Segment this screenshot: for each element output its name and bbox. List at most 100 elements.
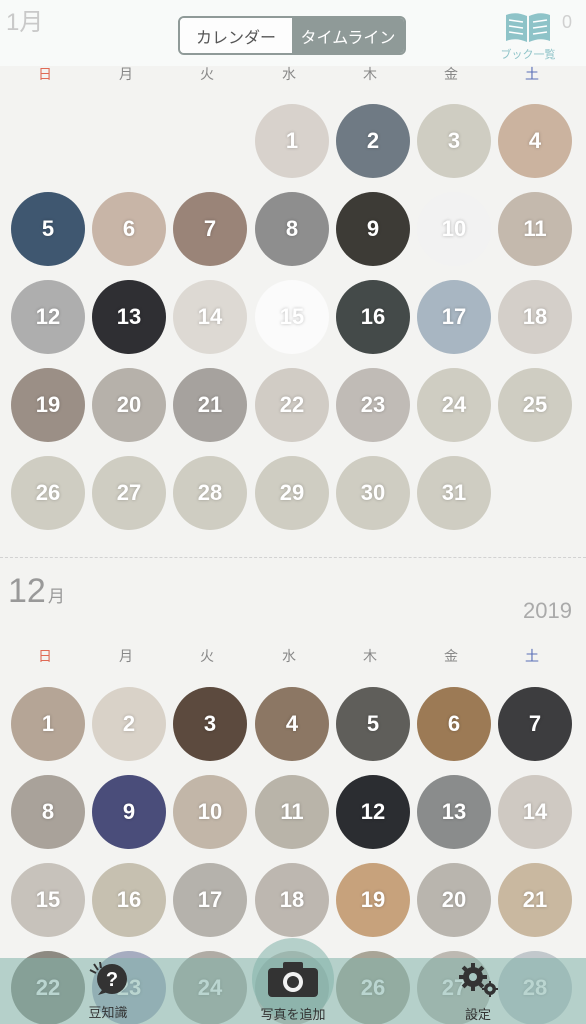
day-number: 1 [285, 128, 299, 153]
calendar-day[interactable]: 2 [336, 104, 410, 178]
calendar-day[interactable]: 8 [255, 192, 329, 266]
calendar-day[interactable]: 23 [336, 368, 410, 442]
day-number: 3 [203, 711, 217, 736]
calendar-day[interactable]: 1 [255, 104, 329, 178]
calendar-day[interactable]: 18 [255, 863, 329, 937]
day-number: 28 [197, 480, 223, 505]
month-divider [0, 557, 586, 558]
weekday-thu: 木 [363, 67, 377, 83]
day-number: 1 [41, 711, 55, 736]
svg-text:?: ? [106, 969, 118, 991]
calendar-day[interactable]: 13 [417, 775, 491, 849]
calendar-day[interactable]: 10 [417, 192, 491, 266]
weekday-thu: 木 [363, 649, 377, 665]
calendar-day[interactable]: 16 [92, 863, 166, 937]
day-number: 11 [523, 216, 547, 241]
day-number: 27 [116, 480, 142, 505]
day-number: 18 [279, 887, 305, 912]
calendar-day[interactable]: 5 [336, 687, 410, 761]
tab-timeline[interactable]: タイムライン [292, 18, 404, 53]
calendar-day[interactable]: 28 [173, 456, 247, 530]
day-number: 30 [360, 480, 386, 505]
day-number: 18 [522, 304, 548, 329]
calendar-day[interactable]: 6 [417, 687, 491, 761]
question-bubble-icon: ? [88, 961, 128, 1000]
calendar-day[interactable]: 6 [92, 192, 166, 266]
calendar-day[interactable]: 7 [498, 687, 572, 761]
calendar-day[interactable]: 1 [11, 687, 85, 761]
calendar-day[interactable]: 5 [11, 192, 85, 266]
day-number: 16 [360, 304, 386, 329]
calendar-day[interactable]: 2 [92, 687, 166, 761]
calendar-day[interactable]: 29 [255, 456, 329, 530]
calendar-day[interactable]: 19 [336, 863, 410, 937]
calendar-day[interactable]: 20 [92, 368, 166, 442]
book-list-button[interactable]: ブック一覧 [498, 10, 558, 66]
weekday-mon: 月 [119, 67, 133, 83]
calendar-day[interactable]: 30 [336, 456, 410, 530]
tab-calendar[interactable]: カレンダー [180, 18, 292, 53]
calendar-day[interactable]: 31 [417, 456, 491, 530]
calendar-day[interactable]: 4 [498, 104, 572, 178]
calendar-day[interactable]: 12 [336, 775, 410, 849]
month-title-december: 12 月 [8, 572, 65, 610]
day-number: 8 [41, 799, 55, 824]
camera-icon [266, 962, 320, 1002]
settings-label: 設定 [464, 1008, 491, 1023]
day-number: 31 [441, 480, 467, 505]
calendar-day[interactable]: 18 [498, 280, 572, 354]
calendar-day[interactable]: 24 [417, 368, 491, 442]
weekday-fri: 金 [444, 649, 458, 665]
day-number: 8 [285, 216, 299, 241]
book-list-label: ブック一覧 [500, 48, 556, 61]
day-number: 14 [522, 799, 548, 824]
day-number: 21 [522, 887, 548, 912]
calendar-day[interactable]: 11 [255, 775, 329, 849]
gear-icon [456, 963, 500, 1002]
calendar-day[interactable]: 7 [173, 192, 247, 266]
calendar-day[interactable]: 9 [92, 775, 166, 849]
calendar-day[interactable]: 13 [92, 280, 166, 354]
calendar-day[interactable]: 17 [173, 863, 247, 937]
day-number: 9 [366, 216, 380, 241]
calendar-day[interactable]: 4 [255, 687, 329, 761]
calendar-day[interactable]: 26 [11, 456, 85, 530]
day-number: 6 [447, 711, 461, 736]
tips-tab[interactable]: ? 豆知識 [63, 961, 153, 1021]
calendar-day[interactable]: 19 [11, 368, 85, 442]
calendar-day[interactable]: 3 [417, 104, 491, 178]
calendar-day[interactable]: 16 [336, 280, 410, 354]
tips-label: 豆知識 [88, 1006, 128, 1021]
calendar-day[interactable]: 17 [417, 280, 491, 354]
calendar-day[interactable]: 8 [11, 775, 85, 849]
day-number: 24 [441, 392, 467, 417]
calendar-day[interactable]: 9 [336, 192, 410, 266]
day-number: 25 [522, 392, 548, 417]
calendar-day[interactable]: 25 [498, 368, 572, 442]
calendar-day[interactable]: 21 [498, 863, 572, 937]
settings-tab[interactable]: 設定 [433, 962, 523, 1023]
calendar-day[interactable]: 12 [11, 280, 85, 354]
calendar-day[interactable]: 10 [173, 775, 247, 849]
day-number: 20 [441, 887, 467, 912]
calendar-day[interactable]: 11 [498, 192, 572, 266]
calendar-day[interactable]: 27 [92, 456, 166, 530]
day-number: 2 [122, 711, 136, 736]
day-number: 7 [203, 216, 217, 241]
weekday-sun: 日 [38, 649, 52, 665]
day-number: 13 [441, 799, 467, 824]
weekday-mon: 月 [119, 649, 133, 665]
calendar-day[interactable]: 20 [417, 863, 491, 937]
weekday-fri: 金 [444, 67, 458, 83]
calendar-day[interactable]: 15 [255, 280, 329, 354]
add-photo-tab[interactable]: 写真を追加 [248, 960, 338, 1023]
calendar-day[interactable]: 3 [173, 687, 247, 761]
weekday-tue: 火 [200, 67, 214, 83]
calendar-day[interactable]: 22 [255, 368, 329, 442]
day-number: 4 [285, 711, 299, 736]
calendar-day[interactable]: 14 [498, 775, 572, 849]
calendar-day[interactable]: 14 [173, 280, 247, 354]
calendar-day[interactable]: 21 [173, 368, 247, 442]
view-mode-segmented-control: カレンダー タイムライン [178, 16, 406, 55]
calendar-day[interactable]: 15 [11, 863, 85, 937]
